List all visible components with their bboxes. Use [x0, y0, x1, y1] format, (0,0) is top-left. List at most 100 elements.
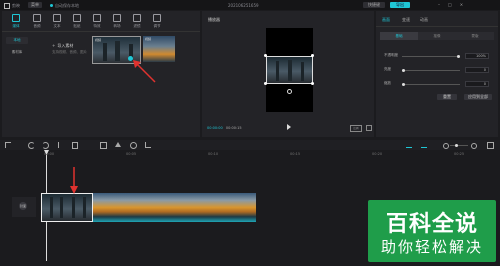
shortcut-button[interactable]: 快捷键: [363, 2, 385, 8]
project-title: 202106251659: [228, 3, 259, 8]
row-label-brightness: 亮度: [384, 67, 391, 71]
tab-speed[interactable]: 变速: [402, 17, 410, 23]
scale-slider-knob[interactable]: [402, 83, 405, 86]
tree-trunk: [288, 60, 292, 81]
export-button[interactable]: 导出: [390, 2, 410, 8]
magnet-icon[interactable]: [406, 143, 412, 148]
toolbar-item-media[interactable]: 媒体: [8, 12, 24, 28]
sidebar-item-library[interactable]: 素材库: [6, 49, 28, 56]
tree-trunk: [83, 197, 86, 218]
watermark-subtitle: 助你轻松解决: [380, 238, 483, 256]
player-time: 00:00:00 00:00:15: [207, 126, 242, 130]
media-toolbar: 媒体 音频 文本 贴纸 特效 转场 滤镜 调节: [2, 11, 200, 31]
text-icon: [53, 14, 61, 22]
tree-trunk: [60, 197, 63, 218]
sidebar-item-local[interactable]: 本地: [6, 37, 28, 44]
import-button[interactable]: + 导入素材: [52, 43, 73, 49]
tree-trunk: [103, 43, 107, 61]
brightness-slider[interactable]: [402, 70, 460, 71]
tab-animation[interactable]: 动画: [420, 17, 428, 23]
tab-picture[interactable]: 画面: [382, 17, 390, 23]
toolbar-item-text[interactable]: 文本: [49, 12, 65, 28]
toolbar-item-audio[interactable]: 音频: [29, 12, 45, 28]
ratio-button[interactable]: 比例: [350, 125, 362, 132]
annotation-arrow: [70, 167, 78, 194]
toolbar-item-sticker[interactable]: 贴纸: [69, 12, 85, 28]
reset-button[interactable]: 重置: [437, 94, 457, 100]
brightness-slider-knob[interactable]: [402, 69, 405, 72]
window-controls[interactable]: –□×: [438, 2, 471, 7]
subtab-mask[interactable]: 蒙版: [456, 32, 494, 40]
title-bar: 剪映 菜单 自动保存本地 202106251659 快捷键 导出 –□×: [0, 0, 500, 10]
fullscreen-icon[interactable]: [366, 125, 372, 131]
toolbar-item-effects[interactable]: 特效: [89, 12, 105, 28]
timeline-ruler: 00:00 00:05 00:10 00:15 00:20 00:25: [0, 150, 500, 159]
resize-handle[interactable]: [264, 82, 267, 85]
select-tool-icon[interactable]: [5, 142, 11, 148]
scale-value[interactable]: 0: [465, 81, 489, 87]
media-icon: [12, 14, 20, 22]
link-icon[interactable]: [421, 143, 427, 148]
import-hint: 支持视频、音频、图片: [52, 50, 87, 54]
toolbar-item-adjust[interactable]: 调节: [149, 12, 165, 28]
sticker-icon: [73, 14, 81, 22]
opacity-value[interactable]: 100%: [465, 53, 489, 59]
tick-label: 00:10: [208, 152, 219, 156]
filter-icon: [133, 14, 141, 22]
redo-icon[interactable]: [42, 142, 49, 149]
preview-frame[interactable]: [266, 56, 313, 84]
apply-all-button[interactable]: 应用到全部: [464, 94, 492, 100]
track-header: 封面: [12, 197, 36, 217]
clip-label: 视频: [95, 38, 102, 42]
rotate-tool-icon[interactable]: [130, 142, 137, 149]
watermark-logo: 百科全说 助你轻松解决: [368, 200, 496, 262]
resize-handle[interactable]: [311, 54, 314, 57]
zoom-in-icon[interactable]: [471, 143, 477, 149]
resize-handle[interactable]: [311, 82, 314, 85]
annotation-arrow: [133, 60, 156, 83]
divider: [2, 31, 200, 32]
fit-icon[interactable]: [487, 142, 494, 149]
watermark-title: 百科全说: [385, 212, 478, 237]
rotate-icon[interactable]: [287, 89, 292, 94]
subtab-basic[interactable]: 基础: [380, 32, 418, 40]
delete-icon[interactable]: [72, 142, 78, 149]
time-total: 00:00:15: [225, 126, 242, 130]
play-icon[interactable]: [287, 124, 291, 130]
cover-label: 封面: [20, 204, 27, 208]
mirror-icon[interactable]: [115, 142, 121, 147]
opacity-slider-knob[interactable]: [457, 55, 460, 58]
subtab-bar: 基础 抠像 蒙版: [380, 32, 494, 40]
timeline-clip-2[interactable]: [93, 193, 256, 222]
tick-label: 00:15: [290, 152, 301, 156]
effects-icon: [93, 14, 101, 22]
crop-icon[interactable]: [145, 142, 151, 148]
preview-canvas[interactable]: [264, 28, 314, 112]
tree-trunk: [50, 197, 53, 218]
scale-slider[interactable]: [402, 84, 460, 85]
audio-icon: [33, 14, 41, 22]
tick-label: 00:25: [454, 152, 465, 156]
brightness-value[interactable]: 0: [465, 67, 489, 73]
toolbar-item-filter[interactable]: 滤镜: [129, 12, 145, 28]
menu-button[interactable]: 菜单: [28, 2, 42, 8]
toolbar-item-transition[interactable]: 转场: [109, 12, 125, 28]
zoom-slider-knob[interactable]: [455, 144, 458, 147]
split-icon[interactable]: [58, 142, 59, 148]
zoom-slider[interactable]: [450, 145, 468, 146]
tree-trunk: [276, 61, 279, 81]
freeze-icon[interactable]: [100, 142, 107, 149]
undo-icon[interactable]: [28, 142, 35, 149]
timeline-clip-1[interactable]: [41, 193, 93, 222]
opacity-slider[interactable]: [402, 56, 460, 57]
clip-label: 视频: [145, 37, 152, 41]
tree-trunk: [301, 62, 304, 81]
subtab-cutout[interactable]: 抠像: [418, 32, 456, 40]
app-logo: 剪映: [4, 3, 20, 9]
resize-handle[interactable]: [264, 54, 267, 57]
zoom-out-icon[interactable]: [443, 143, 449, 149]
autosave-status: 自动保存本地: [50, 3, 79, 9]
transition-icon: [113, 14, 121, 22]
tree-trunk: [72, 197, 75, 218]
player-title: 播放器: [208, 17, 220, 22]
